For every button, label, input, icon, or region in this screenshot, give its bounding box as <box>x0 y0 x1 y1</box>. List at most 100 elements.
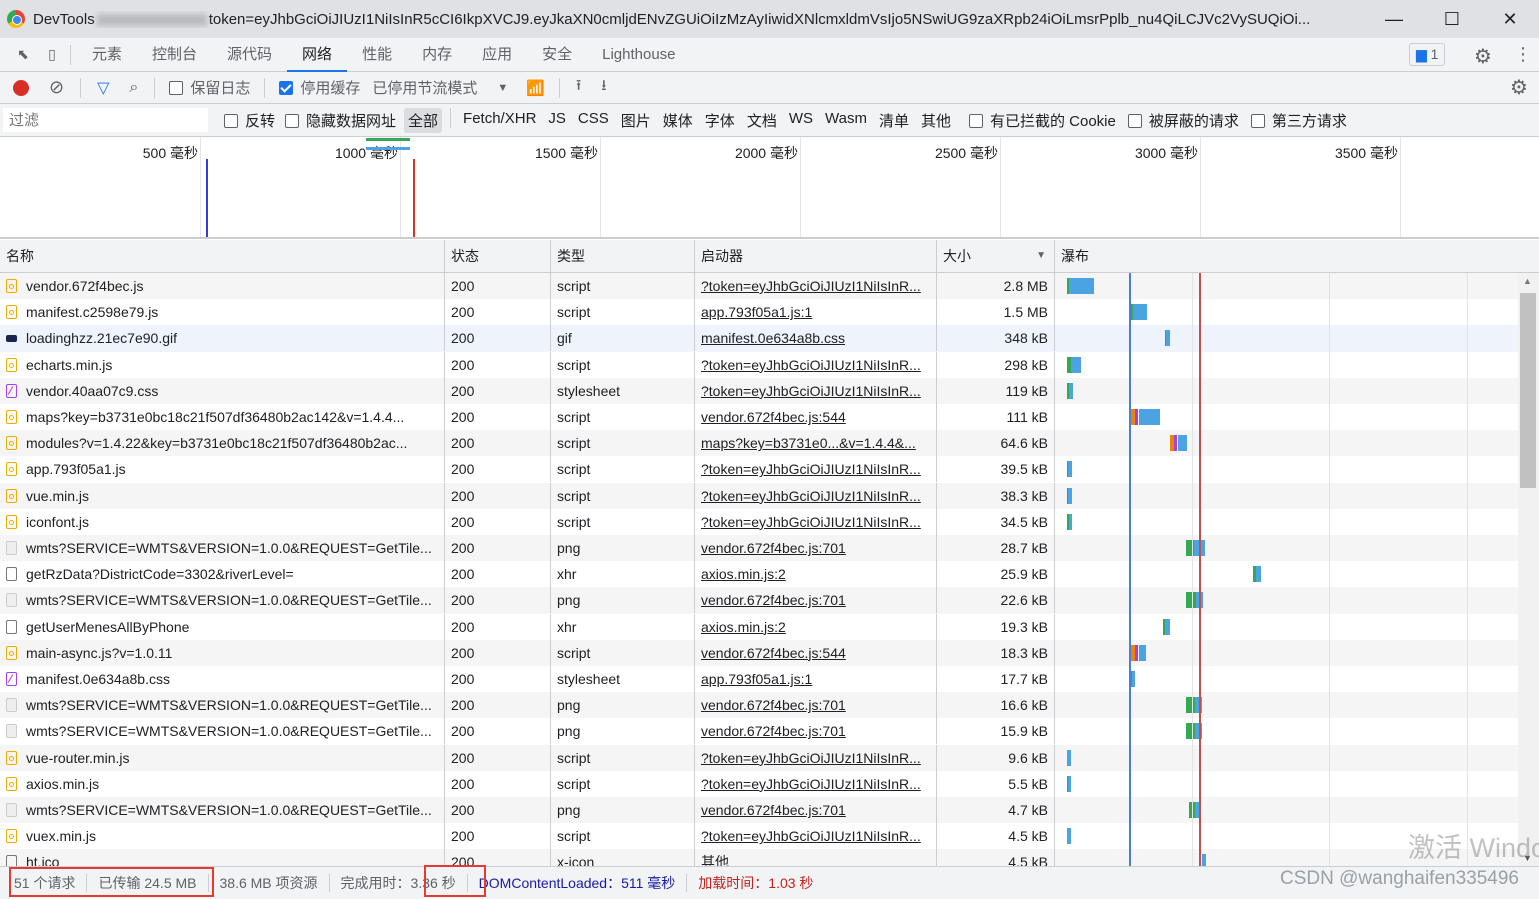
checkbox[interactable] <box>285 113 300 128</box>
initiator-text[interactable]: ?token=eyJhbGciOiJIUzI1NiIsInR... <box>701 514 921 530</box>
column-status[interactable]: 状态 <box>445 240 551 272</box>
tab-8[interactable]: Lighthouse <box>587 38 690 72</box>
table-row[interactable]: vendor.40aa07c9.css 200 stylesheet ?token=e… <box>0 377 1518 404</box>
initiator-text[interactable]: ?token=eyJhbGciOiJIUzI1NiIsInR... <box>701 357 921 373</box>
cell-initiator[interactable]: 其他 <box>695 849 937 866</box>
filter-input[interactable] <box>3 108 208 132</box>
filter-type-11[interactable]: 其他 <box>917 108 955 133</box>
filter-type-4[interactable]: 图片 <box>617 108 655 133</box>
device-toolbar-icon[interactable]: ▯ <box>40 46 64 63</box>
checkbox[interactable] <box>224 113 238 128</box>
initiator-text[interactable]: vendor.672f4bec.js:701 <box>701 723 846 739</box>
table-row[interactable]: iconfont.js 200 script ?token=eyJhbGciOiJIU… <box>0 508 1518 535</box>
issues-badge[interactable]: ▆ 1 <box>1409 43 1446 66</box>
table-row[interactable]: vue.min.js 200 script ?token=eyJhbGciOiJIUz… <box>0 482 1518 509</box>
cell-initiator[interactable]: ?token=eyJhbGciOiJIUzI1NiIsInR... <box>695 508 937 535</box>
cell-initiator[interactable]: maps?key=b3731e0...&v=1.4.4&... <box>695 430 937 457</box>
table-row[interactable]: getUserMenesAllByPhone 200 xhr axios.min.js… <box>0 613 1518 640</box>
hide-data-urls-checkbox[interactable]: 隐藏数据网址 <box>285 110 396 131</box>
search-icon[interactable]: ⌕ <box>129 79 138 97</box>
table-scrollbar[interactable]: ▲ ▼ <box>1518 273 1539 866</box>
cell-initiator[interactable]: ?token=eyJhbGciOiJIUzI1NiIsInR... <box>695 456 937 483</box>
cell-initiator[interactable]: vendor.672f4bec.js:544 <box>695 404 937 430</box>
initiator-text[interactable]: manifest.0e634a8b.css <box>701 330 845 346</box>
scrollbar-thumb[interactable] <box>1520 293 1536 488</box>
filter-type-9[interactable]: Wasm <box>821 108 871 133</box>
filter-type-0[interactable]: 全部 <box>404 107 443 133</box>
checkbox[interactable] <box>169 81 184 95</box>
initiator-text[interactable]: ?token=eyJhbGciOiJIUzI1NiIsInR... <box>701 488 921 504</box>
table-row[interactable]: echarts.min.js 200 script ?token=eyJhbGciOi… <box>0 351 1518 378</box>
table-row[interactable]: wmts?SERVICE=WMTS&VERSION=1.0.0&REQUEST=… <box>0 797 1518 824</box>
filter-type-6[interactable]: 字体 <box>701 108 739 133</box>
cell-initiator[interactable]: app.793f05a1.js:1 <box>695 299 937 326</box>
more-menu-icon[interactable]: ⋮ <box>1514 44 1532 65</box>
import-har-icon[interactable]: ⭱ <box>576 75 581 100</box>
disable-cache-checkbox[interactable]: 停用缓存 <box>279 77 360 98</box>
cell-initiator[interactable]: vendor.672f4bec.js:701 <box>695 692 937 719</box>
checkbox[interactable] <box>1127 113 1142 128</box>
initiator-text[interactable]: ?token=eyJhbGciOiJIUzI1NiIsInR... <box>701 750 921 766</box>
cell-initiator[interactable]: ?token=eyJhbGciOiJIUzI1NiIsInR... <box>695 823 937 850</box>
cell-initiator[interactable]: ?token=eyJhbGciOiJIUzI1NiIsInR... <box>695 273 937 299</box>
tab-1[interactable]: 控制台 <box>137 38 212 72</box>
filter-type-3[interactable]: CSS <box>574 108 613 133</box>
filter-type-1[interactable]: Fetch/XHR <box>459 108 540 133</box>
initiator-text[interactable]: ?token=eyJhbGciOiJIUzI1NiIsInR... <box>701 383 921 399</box>
table-row[interactable]: main-async.js?v=1.0.11 200 script vendor.67… <box>0 639 1518 666</box>
initiator-text[interactable]: axios.min.js:2 <box>701 566 786 582</box>
cell-initiator[interactable]: ?token=eyJhbGciOiJIUzI1NiIsInR... <box>695 377 937 404</box>
initiator-text[interactable]: ?token=eyJhbGciOiJIUzI1NiIsInR... <box>701 776 921 792</box>
filter-type-2[interactable]: JS <box>544 108 570 133</box>
initiator-text[interactable]: app.793f05a1.js:1 <box>701 304 812 320</box>
table-row[interactable]: wmts?SERVICE=WMTS&VERSION=1.0.0&REQUEST=… <box>0 587 1518 614</box>
tab-3[interactable]: 网络 <box>287 38 348 72</box>
initiator-text[interactable]: vendor.672f4bec.js:701 <box>701 802 846 818</box>
filter-type-10[interactable]: 清单 <box>875 108 913 133</box>
checkbox[interactable] <box>968 113 983 128</box>
initiator-text[interactable]: vendor.672f4bec.js:701 <box>701 540 846 556</box>
network-overview-timeline[interactable]: 500 毫秒 1000 毫秒 1500 毫秒 2000 毫秒 2500 毫秒 3000 毫… <box>0 137 1539 239</box>
cell-initiator[interactable]: axios.min.js:2 <box>695 561 937 588</box>
initiator-text[interactable]: app.793f05a1.js:1 <box>701 671 812 687</box>
tab-7[interactable]: 安全 <box>527 38 587 72</box>
network-settings-gear-icon[interactable]: ⚙ <box>1510 75 1528 100</box>
cell-initiator[interactable]: axios.min.js:2 <box>695 613 937 640</box>
initiator-text[interactable]: maps?key=b3731e0...&v=1.4.4&... <box>701 435 916 451</box>
blocked-cookies-checkbox[interactable]: 有已拦截的 Cookie <box>968 110 1116 131</box>
column-initiator[interactable]: 启动器 <box>695 240 937 272</box>
chevron-down-icon[interactable]: ▼ <box>497 82 508 94</box>
export-har-icon[interactable]: ⭳ <box>601 75 606 100</box>
table-row[interactable]: wmts?SERVICE=WMTS&VERSION=1.0.0&REQUEST=… <box>0 692 1518 719</box>
table-row[interactable]: axios.min.js 200 script ?token=eyJhbGciOiJI… <box>0 770 1518 797</box>
cell-initiator[interactable]: vendor.672f4bec.js:701 <box>695 587 937 614</box>
settings-gear-icon[interactable]: ⚙ <box>1474 44 1492 69</box>
initiator-text[interactable]: axios.min.js:2 <box>701 619 786 635</box>
record-icon[interactable] <box>13 79 29 96</box>
table-row[interactable]: vendor.672f4bec.js 200 script ?token=eyJhbG… <box>0 273 1518 300</box>
table-row[interactable]: wmts?SERVICE=WMTS&VERSION=1.0.0&REQUEST=… <box>0 718 1518 745</box>
table-row[interactable]: wmts?SERVICE=WMTS&VERSION=1.0.0&REQUEST=… <box>0 535 1518 562</box>
initiator-text[interactable]: ?token=eyJhbGciOiJIUzI1NiIsInR... <box>701 461 921 477</box>
cell-initiator[interactable]: vendor.672f4bec.js:701 <box>695 797 937 823</box>
cell-initiator[interactable]: vendor.672f4bec.js:701 <box>695 718 937 745</box>
initiator-text[interactable]: vendor.672f4bec.js:701 <box>701 592 846 608</box>
preserve-log-checkbox[interactable]: 保留日志 <box>169 77 250 98</box>
initiator-text[interactable]: vendor.672f4bec.js:701 <box>701 697 846 713</box>
table-row[interactable]: manifest.c2598e79.js 200 script app.793f05a… <box>0 299 1518 326</box>
third-party-checkbox[interactable]: 第三方请求 <box>1250 110 1347 131</box>
inspect-element-icon[interactable]: ⬉ <box>6 46 40 63</box>
tab-4[interactable]: 性能 <box>347 38 407 72</box>
clear-icon[interactable]: ⊘ <box>49 77 64 98</box>
tab-0[interactable]: 元素 <box>77 38 137 72</box>
table-row[interactable]: vue-router.min.js 200 script ?token=eyJhbGc… <box>0 744 1518 771</box>
cell-initiator[interactable]: vendor.672f4bec.js:701 <box>695 535 937 561</box>
initiator-text[interactable]: ?token=eyJhbGciOiJIUzI1NiIsInR... <box>701 828 921 844</box>
cell-initiator[interactable]: ?token=eyJhbGciOiJIUzI1NiIsInR... <box>695 351 937 378</box>
cell-initiator[interactable]: app.793f05a1.js:1 <box>695 666 937 692</box>
table-row[interactable]: getRzData?DistrictCode=3302&riverLevel= 2… <box>0 561 1518 588</box>
checkbox[interactable] <box>1250 113 1265 128</box>
network-conditions-icon[interactable]: 📶 <box>526 79 545 97</box>
initiator-text[interactable]: vendor.672f4bec.js:544 <box>701 409 846 425</box>
invert-checkbox[interactable]: 反转 <box>224 110 275 131</box>
